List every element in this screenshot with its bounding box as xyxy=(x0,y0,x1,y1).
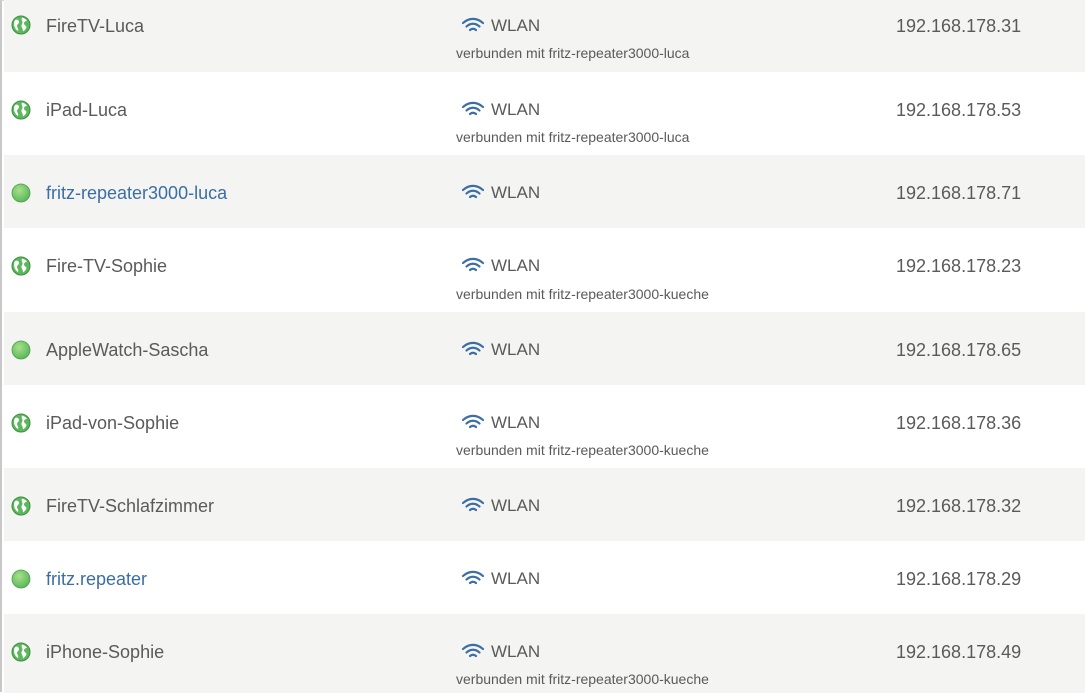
connection-type: WLAN xyxy=(461,642,540,662)
connection-label: WLAN xyxy=(491,256,541,275)
ip-address: 192.168.178.36 xyxy=(896,413,1022,433)
device-name: iPad-von-Sophie xyxy=(46,413,180,433)
wifi-icon xyxy=(461,414,485,432)
device-row[interactable]: iPhone-Sophie WLAN verbunden mit fritz-r… xyxy=(4,614,1085,693)
connection-label: WLAN xyxy=(491,340,541,359)
device-list: FireTV-Luca WLAN verbunden mit fritz-rep… xyxy=(0,0,1085,693)
connection-label: WLAN xyxy=(491,183,541,202)
connection-type: WLAN xyxy=(461,100,540,120)
ip-address: 192.168.178.71 xyxy=(896,183,1022,203)
globe-icon xyxy=(11,642,31,662)
connection-label: WLAN xyxy=(491,100,541,119)
connected-to: verbunden mit fritz-repeater3000-kueche xyxy=(456,671,709,687)
connection-label: WLAN xyxy=(491,496,541,515)
device-name: FireTV-Schlafzimmer xyxy=(46,496,215,516)
green-dot-icon xyxy=(11,569,31,589)
connection-label: WLAN xyxy=(491,413,541,432)
wifi-icon xyxy=(461,643,485,661)
ip-address: 192.168.178.53 xyxy=(896,100,1022,120)
ip-address: 192.168.178.29 xyxy=(896,569,1022,589)
globe-icon xyxy=(11,100,31,120)
device-row[interactable]: iPad-Luca WLAN verbunden mit fritz-repea… xyxy=(4,72,1085,155)
globe-icon xyxy=(11,15,31,35)
wifi-icon xyxy=(461,17,485,35)
device-row[interactable]: iPad-von-Sophie WLAN verbunden mit fritz… xyxy=(4,385,1085,468)
connection-type: WLAN xyxy=(461,340,540,360)
wifi-icon xyxy=(461,184,485,202)
connection-type: WLAN xyxy=(461,256,540,276)
globe-icon xyxy=(11,413,31,433)
ip-address: 192.168.178.32 xyxy=(896,496,1022,516)
device-row[interactable]: Fire-TV-Sophie WLAN verbunden mit fritz-… xyxy=(4,228,1085,312)
connected-to: verbunden mit fritz-repeater3000-kueche xyxy=(456,286,709,302)
device-row[interactable]: AppleWatch-Sascha WLAN 192.168.178.65 xyxy=(4,312,1085,385)
globe-icon xyxy=(11,496,31,516)
device-row[interactable]: fritz-repeater3000-luca WLAN 192.168.178… xyxy=(4,155,1085,228)
wifi-icon xyxy=(461,497,485,515)
globe-icon xyxy=(11,256,31,276)
connected-to: verbunden mit fritz-repeater3000-luca xyxy=(456,129,690,145)
device-name: AppleWatch-Sascha xyxy=(46,340,209,360)
wifi-icon xyxy=(461,341,485,359)
wifi-icon xyxy=(461,101,485,119)
device-name: Fire-TV-Sophie xyxy=(46,256,168,276)
ip-address: 192.168.178.65 xyxy=(896,340,1022,360)
device-name: iPhone-Sophie xyxy=(46,642,165,662)
green-dot-icon xyxy=(11,183,31,203)
wifi-icon xyxy=(461,257,485,275)
device-row[interactable]: fritz.repeater WLAN 192.168.178.29 xyxy=(4,541,1085,614)
connection-label: WLAN xyxy=(491,16,541,35)
ip-address: 192.168.178.23 xyxy=(896,256,1022,276)
connection-type: WLAN xyxy=(461,496,540,516)
device-row[interactable]: FireTV-Luca WLAN verbunden mit fritz-rep… xyxy=(4,0,1085,72)
connection-type: WLAN xyxy=(461,183,540,203)
ip-address: 192.168.178.31 xyxy=(896,16,1022,36)
device-name: iPad-Luca xyxy=(46,100,128,120)
device-name-link[interactable]: fritz-repeater3000-luca xyxy=(46,183,227,204)
ip-address: 192.168.178.49 xyxy=(896,642,1022,662)
device-name: FireTV-Luca xyxy=(46,16,145,36)
green-dot-icon xyxy=(11,340,31,360)
wifi-icon xyxy=(461,570,485,588)
connection-type: WLAN xyxy=(461,569,540,589)
connection-label: WLAN xyxy=(491,569,541,588)
device-name-link[interactable]: fritz.repeater xyxy=(46,569,147,590)
connected-to: verbunden mit fritz-repeater3000-kueche xyxy=(456,442,709,458)
connection-type: WLAN xyxy=(461,413,540,433)
connected-to: verbunden mit fritz-repeater3000-luca xyxy=(456,45,690,61)
connection-label: WLAN xyxy=(491,642,541,661)
connection-type: WLAN xyxy=(461,16,540,36)
device-row[interactable]: FireTV-Schlafzimmer WLAN 192.168.178.32 xyxy=(4,468,1085,541)
